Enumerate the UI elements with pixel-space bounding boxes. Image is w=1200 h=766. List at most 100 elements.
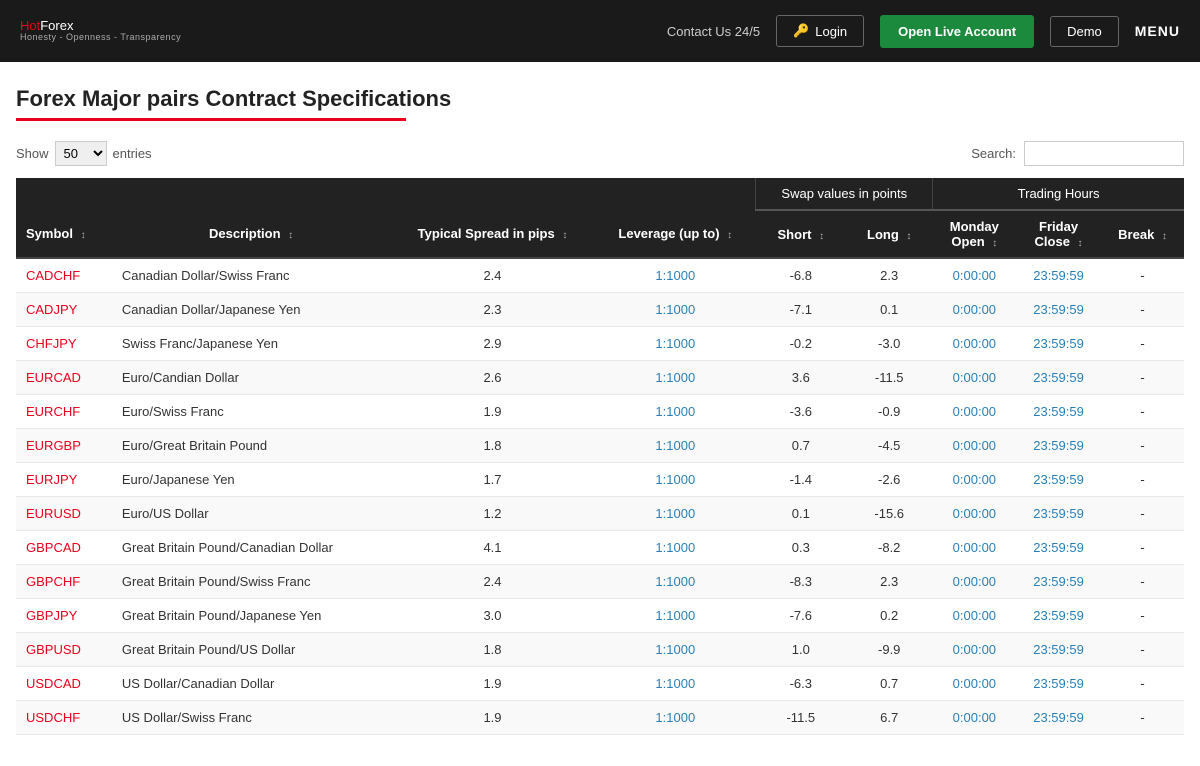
login-button[interactable]: 🔑 Login bbox=[776, 15, 864, 47]
symbol-link[interactable]: CADJPY bbox=[26, 302, 77, 317]
logo-hot: Hot bbox=[20, 18, 40, 33]
table-cell[interactable]: GBPCHF bbox=[16, 565, 112, 599]
open-account-button[interactable]: Open Live Account bbox=[880, 15, 1034, 48]
table-cell: Euro/Great Britain Pound bbox=[112, 429, 390, 463]
symbol-link[interactable]: EURUSD bbox=[26, 506, 81, 521]
table-cell[interactable]: EURUSD bbox=[16, 497, 112, 531]
search-area: Search: bbox=[971, 141, 1184, 166]
table-cell: US Dollar/Canadian Dollar bbox=[112, 667, 390, 701]
table-row: GBPCADGreat Britain Pound/Canadian Dolla… bbox=[16, 531, 1184, 565]
table-cell: - bbox=[1101, 463, 1184, 497]
col-symbol[interactable]: Symbol ↕ bbox=[16, 210, 112, 258]
logo: HotForex Honesty - Openness - Transparen… bbox=[20, 19, 181, 43]
col-spread[interactable]: Typical Spread in pips ↕ bbox=[390, 210, 594, 258]
main-content: Forex Major pairs Contract Specification… bbox=[0, 62, 1200, 751]
table-cell: -8.2 bbox=[846, 531, 933, 565]
table-cell[interactable]: GBPCAD bbox=[16, 531, 112, 565]
table-row: EURJPYEuro/Japanese Yen1.71:1000-1.4-2.6… bbox=[16, 463, 1184, 497]
table-cell: -6.8 bbox=[756, 258, 846, 293]
symbol-link[interactable]: GBPJPY bbox=[26, 608, 77, 623]
table-cell: 6.7 bbox=[846, 701, 933, 735]
table-cell: 23:59:59 bbox=[1016, 258, 1101, 293]
table-cell: 0:00:00 bbox=[933, 531, 1016, 565]
symbol-link[interactable]: USDCAD bbox=[26, 676, 81, 691]
table-cell: -0.2 bbox=[756, 327, 846, 361]
table-cell: 0.2 bbox=[846, 599, 933, 633]
table-cell[interactable]: CADJPY bbox=[16, 293, 112, 327]
table-cell[interactable]: GBPUSD bbox=[16, 633, 112, 667]
demo-button[interactable]: Demo bbox=[1050, 16, 1119, 47]
table-cell: -8.3 bbox=[756, 565, 846, 599]
table-cell: 0:00:00 bbox=[933, 667, 1016, 701]
symbol-link[interactable]: GBPCAD bbox=[26, 540, 81, 555]
sort-icon-monday: ↕ bbox=[992, 238, 997, 249]
table-cell: 2.4 bbox=[390, 258, 594, 293]
table-cell: -3.0 bbox=[846, 327, 933, 361]
table-cell: Great Britain Pound/US Dollar bbox=[112, 633, 390, 667]
col-monday-open[interactable]: MondayOpen ↕ bbox=[933, 210, 1016, 258]
data-table: Swap values in points Trading Hours Symb… bbox=[16, 178, 1184, 735]
table-cell: 0.3 bbox=[756, 531, 846, 565]
table-cell: Swiss Franc/Japanese Yen bbox=[112, 327, 390, 361]
table-cell: 23:59:59 bbox=[1016, 463, 1101, 497]
table-cell[interactable]: EURCAD bbox=[16, 361, 112, 395]
sort-icon-description: ↕ bbox=[288, 230, 293, 241]
symbol-link[interactable]: GBPCHF bbox=[26, 574, 80, 589]
symbol-link[interactable]: GBPUSD bbox=[26, 642, 81, 657]
table-cell: 1:1000 bbox=[595, 258, 756, 293]
sort-icon-spread: ↕ bbox=[562, 230, 567, 241]
show-entries-control: Show 10 25 50 100 entries bbox=[16, 141, 152, 166]
table-cell[interactable]: EURJPY bbox=[16, 463, 112, 497]
col-friday-close[interactable]: FridayClose ↕ bbox=[1016, 210, 1101, 258]
table-cell: -15.6 bbox=[846, 497, 933, 531]
table-row: CHFJPYSwiss Franc/Japanese Yen2.91:1000-… bbox=[16, 327, 1184, 361]
table-controls: Show 10 25 50 100 entries Search: bbox=[16, 141, 1184, 166]
menu-button[interactable]: MENU bbox=[1135, 23, 1180, 39]
table-row: EURCADEuro/Candian Dollar2.61:10003.6-11… bbox=[16, 361, 1184, 395]
table-cell: 1:1000 bbox=[595, 497, 756, 531]
table-cell: 0:00:00 bbox=[933, 327, 1016, 361]
col-break[interactable]: Break ↕ bbox=[1101, 210, 1184, 258]
contact-info: Contact Us 24/5 bbox=[667, 24, 760, 39]
symbol-link[interactable]: EURCHF bbox=[26, 404, 80, 419]
table-row: USDCHFUS Dollar/Swiss Franc1.91:1000-11.… bbox=[16, 701, 1184, 735]
table-cell[interactable]: USDCAD bbox=[16, 667, 112, 701]
symbol-link[interactable]: EURCAD bbox=[26, 370, 81, 385]
table-cell[interactable]: CADCHF bbox=[16, 258, 112, 293]
table-cell: 1.2 bbox=[390, 497, 594, 531]
entries-select[interactable]: 10 25 50 100 bbox=[55, 141, 107, 166]
col-leverage[interactable]: Leverage (up to) ↕ bbox=[595, 210, 756, 258]
table-cell: 23:59:59 bbox=[1016, 361, 1101, 395]
table-cell: -7.1 bbox=[756, 293, 846, 327]
search-input[interactable] bbox=[1024, 141, 1184, 166]
symbol-link[interactable]: USDCHF bbox=[26, 710, 80, 725]
symbol-link[interactable]: CADCHF bbox=[26, 268, 80, 283]
table-cell[interactable]: USDCHF bbox=[16, 701, 112, 735]
table-cell: - bbox=[1101, 293, 1184, 327]
show-label: Show bbox=[16, 146, 49, 161]
table-cell[interactable]: GBPJPY bbox=[16, 599, 112, 633]
table-cell: 0:00:00 bbox=[933, 463, 1016, 497]
table-cell[interactable]: CHFJPY bbox=[16, 327, 112, 361]
table-cell: - bbox=[1101, 667, 1184, 701]
entries-label: entries bbox=[113, 146, 152, 161]
table-cell: -3.6 bbox=[756, 395, 846, 429]
symbol-link[interactable]: EURJPY bbox=[26, 472, 77, 487]
col-short[interactable]: Short ↕ bbox=[756, 210, 846, 258]
table-cell: - bbox=[1101, 327, 1184, 361]
table-cell: 1:1000 bbox=[595, 395, 756, 429]
symbol-link[interactable]: CHFJPY bbox=[26, 336, 77, 351]
col-long[interactable]: Long ↕ bbox=[846, 210, 933, 258]
table-cell: -11.5 bbox=[756, 701, 846, 735]
table-cell: Euro/Swiss Franc bbox=[112, 395, 390, 429]
table-cell: 2.3 bbox=[846, 565, 933, 599]
table-cell: 1:1000 bbox=[595, 633, 756, 667]
col-description[interactable]: Description ↕ bbox=[112, 210, 390, 258]
table-cell: 23:59:59 bbox=[1016, 667, 1101, 701]
table-cell: 1:1000 bbox=[595, 429, 756, 463]
table-cell[interactable]: EURGBP bbox=[16, 429, 112, 463]
table-cell: -7.6 bbox=[756, 599, 846, 633]
symbol-link[interactable]: EURGBP bbox=[26, 438, 81, 453]
table-cell[interactable]: EURCHF bbox=[16, 395, 112, 429]
table-cell: 0.7 bbox=[756, 429, 846, 463]
